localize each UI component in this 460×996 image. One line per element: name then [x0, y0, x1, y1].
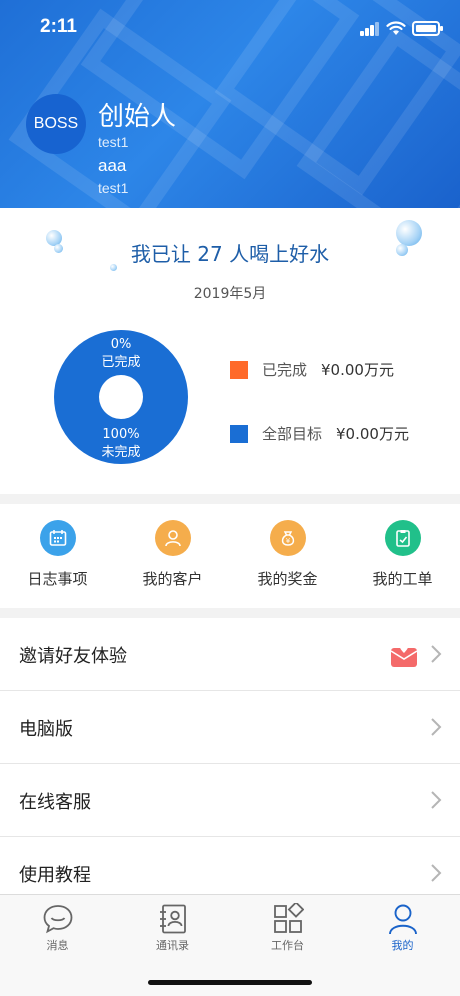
status-time: 2:11 — [40, 16, 77, 37]
chevron-right-icon — [431, 645, 442, 663]
shortcut-my-bonus[interactable]: ¥ 我的奖金 — [230, 520, 345, 589]
section-divider — [0, 494, 460, 504]
chevron-right-icon — [431, 864, 442, 882]
completed-percent: 0% — [110, 337, 132, 352]
section-divider — [0, 608, 460, 618]
tab-label: 通讯录 — [156, 939, 189, 952]
shortcut-label: 我的客户 — [142, 570, 203, 588]
goal-donut-chart: 0% 已完成 100% 未完成 — [54, 330, 188, 464]
menu-online-support[interactable]: 在线客服 — [0, 764, 460, 837]
chevron-right-icon — [431, 718, 442, 736]
user-line-3: test1 — [98, 180, 129, 196]
chat-icon — [43, 905, 72, 934]
remaining-percent: 100% — [102, 427, 140, 442]
legend-label: 全部目标 — [262, 425, 323, 443]
period-label: 2019年5月 — [193, 286, 267, 302]
tab-label: 消息 — [46, 939, 69, 952]
legend-swatch-total — [230, 424, 248, 443]
calendar-icon — [39, 520, 76, 556]
legend-completed: 已完成 ¥0.00万元 — [230, 359, 394, 380]
shortcut-my-work-orders[interactable]: 我的工单 — [345, 520, 460, 589]
contacts-icon — [159, 904, 186, 934]
user-line-2: aaa — [98, 156, 127, 175]
menu-label: 使用教程 — [19, 865, 91, 886]
legend-amount: ¥0.00万元 — [336, 425, 409, 443]
shortcut-label: 我的工单 — [372, 570, 433, 588]
person-icon — [154, 520, 191, 556]
home-indicator — [148, 980, 312, 985]
battery-icon — [412, 21, 443, 36]
wifi-icon — [386, 21, 406, 35]
profile-icon — [388, 904, 417, 935]
svg-text:¥: ¥ — [285, 537, 290, 545]
avatar[interactable]: BOSS — [26, 94, 86, 154]
completed-label: 已完成 — [101, 355, 141, 370]
user-role: 创始人 — [98, 102, 177, 132]
tab-contacts[interactable]: 通讯录 — [115, 903, 230, 953]
legend-label: 已完成 — [262, 361, 308, 379]
shortcut-label: 我的奖金 — [257, 570, 318, 588]
shortcut-my-customers[interactable]: 我的客户 — [115, 520, 230, 589]
user-line-1: test1 — [98, 134, 129, 150]
workbench-icon — [273, 903, 304, 933]
promo-headline: 我已让 27 人喝上好水 — [130, 242, 330, 266]
tab-me[interactable]: 我的 — [345, 903, 460, 953]
status-bar: 2:11 — [0, 0, 460, 56]
tab-label: 我的 — [391, 939, 414, 952]
work-order-icon — [384, 520, 421, 556]
donut-hole — [99, 375, 143, 419]
menu-label: 邀请好友体验 — [19, 646, 127, 667]
signal-icon — [360, 22, 380, 36]
menu-label: 电脑版 — [19, 719, 73, 740]
profile-header: 2:11 BOSS 创始人 test1 aaa test1 — [0, 0, 460, 208]
chevron-right-icon — [431, 791, 442, 809]
gift-envelope-icon — [390, 643, 418, 667]
menu-desktop-version[interactable]: 电脑版 — [0, 691, 460, 764]
tab-messages[interactable]: 消息 — [0, 903, 115, 953]
legend-amount: ¥0.00万元 — [321, 361, 394, 379]
remaining-label: 未完成 — [101, 445, 141, 460]
tab-workbench[interactable]: 工作台 — [230, 903, 345, 953]
money-bag-icon: ¥ — [269, 520, 306, 556]
legend-swatch-completed — [230, 360, 248, 379]
menu-label: 在线客服 — [19, 792, 91, 813]
menu-invite-friends[interactable]: 邀请好友体验 — [0, 618, 460, 691]
legend-total-goal: 全部目标 ¥0.00万元 — [230, 423, 409, 444]
tab-label: 工作台 — [271, 939, 304, 952]
shortcut-label: 日志事项 — [27, 570, 88, 588]
shortcut-log-items[interactable]: 日志事项 — [0, 520, 115, 589]
